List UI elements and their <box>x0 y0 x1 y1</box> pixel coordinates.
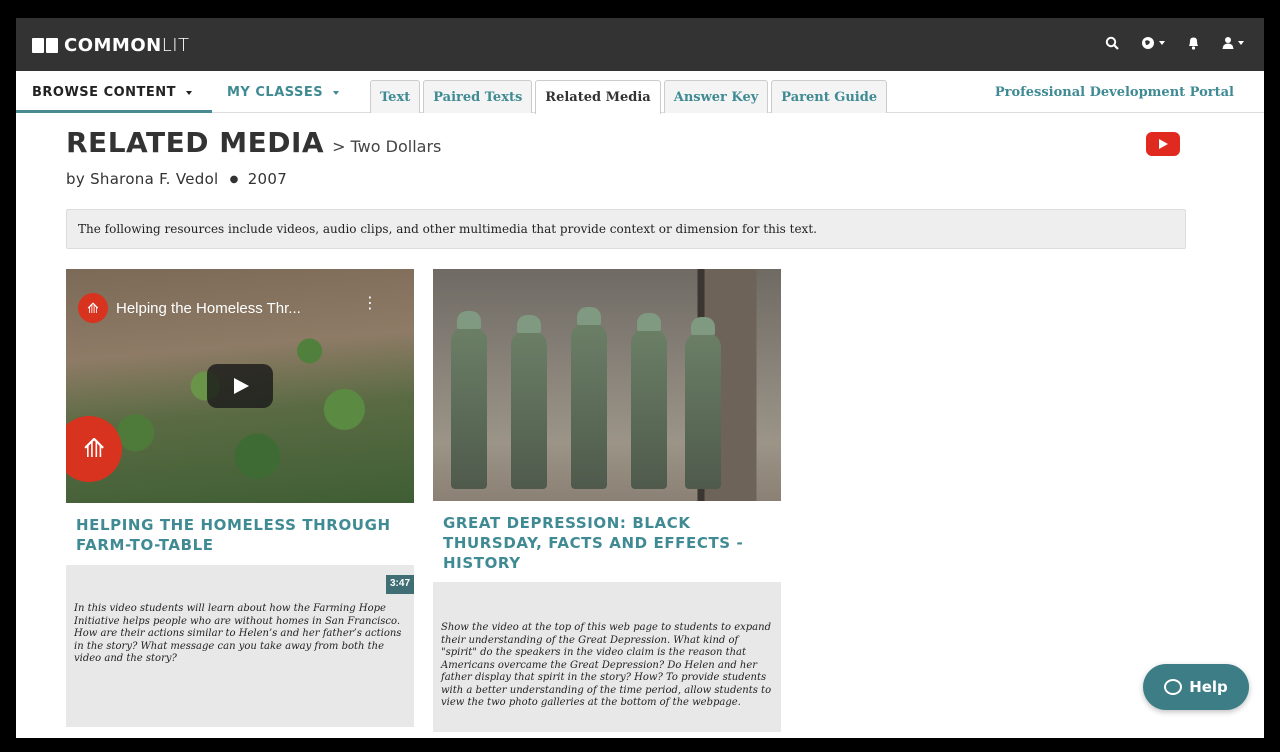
chat-bubble-icon <box>1164 679 1183 695</box>
bell-icon[interactable] <box>1187 36 1200 50</box>
media-thumbnail[interactable] <box>433 269 781 501</box>
book-icon <box>32 36 58 54</box>
card-title[interactable]: GREAT DEPRESSION: BLACK THURSDAY, FACTS … <box>443 513 773 573</box>
byline: by Sharona F. Vedol ● 2007 <box>66 170 287 188</box>
chevron-down-icon <box>1238 41 1244 45</box>
media-card: GREAT DEPRESSION: BLACK THURSDAY, FACTS … <box>433 269 781 732</box>
statue-figure <box>571 307 607 489</box>
statue-figure <box>511 315 547 489</box>
tab-parent-guide[interactable]: Parent Guide <box>771 80 888 113</box>
globe-icon[interactable] <box>1141 36 1165 50</box>
chevron-down-icon <box>186 90 193 95</box>
info-banner: The following resources include videos, … <box>66 209 1186 249</box>
tab-paired-texts[interactable]: Paired Texts <box>423 80 533 113</box>
my-classes-menu[interactable]: MY CLASSES <box>227 85 340 100</box>
top-icons <box>1105 36 1244 50</box>
search-icon[interactable] <box>1105 36 1119 50</box>
browser-frame: COMMONLIT BROWSE CONTENT MY CLASSES Text… <box>0 0 1280 752</box>
help-button[interactable]: Help <box>1143 664 1249 710</box>
video-header[interactable]: ⟰ Helping the Homeless Thr... <box>78 293 301 323</box>
page-title: RELATED MEDIA > Two Dollars <box>66 126 441 159</box>
media-card: ⟰ Helping the Homeless Thr... ⋮ ⟰ HELPIN… <box>66 269 414 727</box>
top-bar: COMMONLIT <box>16 18 1264 71</box>
statue-figure <box>685 317 721 489</box>
play-button-icon[interactable] <box>207 364 273 408</box>
page: COMMONLIT BROWSE CONTENT MY CLASSES Text… <box>16 18 1264 738</box>
tab-answer-key[interactable]: Answer Key <box>663 80 769 113</box>
card-description: Show the video at the top of this web pa… <box>433 582 781 732</box>
user-icon[interactable] <box>1222 36 1244 50</box>
tab-related-media[interactable]: Related Media <box>535 80 661 114</box>
rocket-logo-icon: ⟰ <box>66 416 122 482</box>
chevron-down-icon <box>1159 41 1165 45</box>
youtube-icon[interactable] <box>1146 132 1180 156</box>
content-tabs: Text Paired Texts Related Media Answer K… <box>370 80 888 114</box>
help-label: Help <box>1189 678 1228 696</box>
card-description: 3:47 In this video students will learn a… <box>66 565 414 727</box>
logo-light: LIT <box>161 34 190 56</box>
video-title: Helping the Homeless Thr... <box>116 299 301 317</box>
browse-content-label: BROWSE CONTENT <box>32 85 177 100</box>
bullet: ● <box>229 174 239 185</box>
chevron-down-icon <box>333 90 340 95</box>
professional-development-portal-link[interactable]: Professional Development Portal <box>995 85 1234 100</box>
statue-figure <box>451 311 487 489</box>
page-heading: RELATED MEDIA <box>66 126 325 159</box>
logo-bold: COMMON <box>64 34 162 56</box>
rocket-icon: ⟰ <box>78 293 108 323</box>
year: 2007 <box>247 170 288 188</box>
browse-content-menu[interactable]: BROWSE CONTENT <box>16 71 212 113</box>
commonlit-logo[interactable]: COMMONLIT <box>32 34 190 56</box>
duration-badge: 3:47 <box>385 575 414 594</box>
card-title[interactable]: HELPING THE HOMELESS THROUGH FARM-TO-TAB… <box>76 515 406 555</box>
breadcrumb: > Two Dollars <box>332 137 442 156</box>
statue-figure <box>631 313 667 489</box>
more-options-icon[interactable]: ⋮ <box>362 293 378 312</box>
video-thumbnail[interactable]: ⟰ Helping the Homeless Thr... ⋮ ⟰ <box>66 269 414 503</box>
description-text: Show the video at the top of this web pa… <box>441 622 772 708</box>
description-text: In this video students will learn about … <box>74 603 402 664</box>
my-classes-label: MY CLASSES <box>227 85 324 100</box>
author: by Sharona F. Vedol <box>66 170 219 188</box>
nav-row: BROWSE CONTENT MY CLASSES Text Paired Te… <box>16 71 1264 114</box>
tab-text[interactable]: Text <box>370 80 421 113</box>
